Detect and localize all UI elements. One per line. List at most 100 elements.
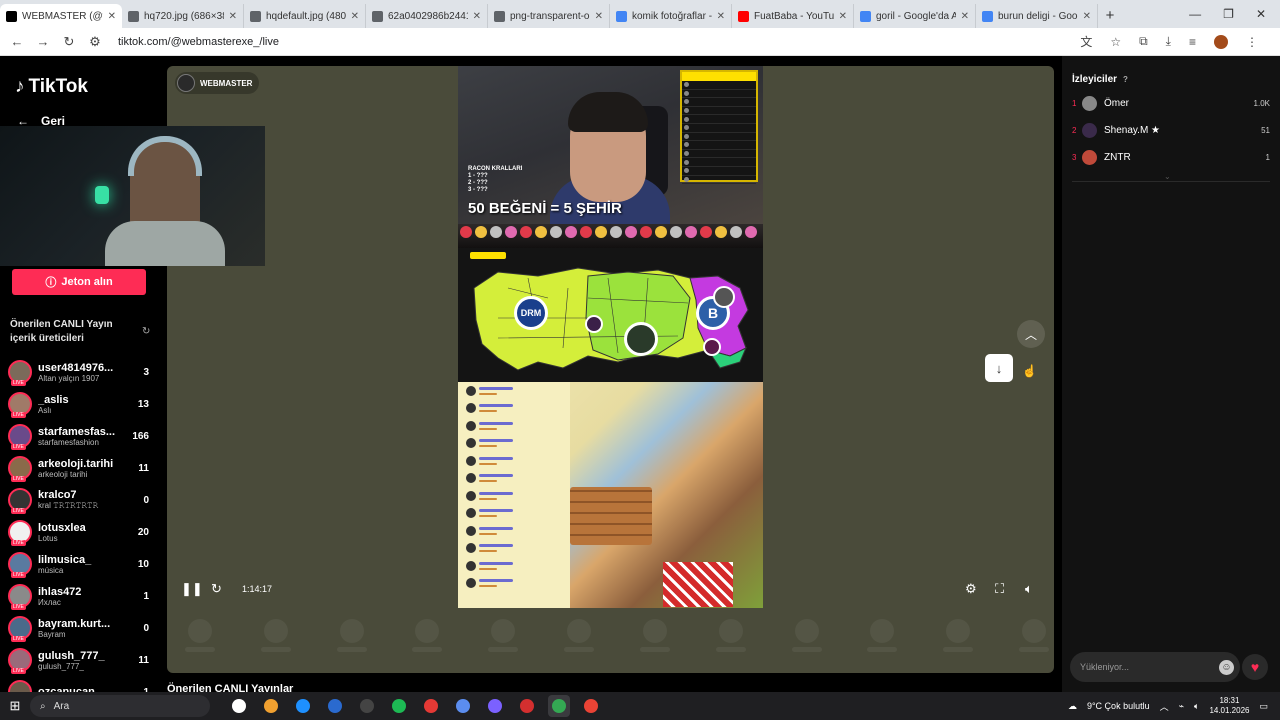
edge-icon[interactable] (292, 695, 314, 717)
emoji-icon[interactable]: ☺ (1219, 659, 1234, 675)
next-stream-button[interactable]: ↓ (985, 354, 1013, 382)
tab-close-icon[interactable]: ✕ (717, 11, 725, 22)
chat-avatar (466, 490, 476, 501)
close-window-icon[interactable]: ✕ (1256, 7, 1266, 21)
previous-stream-button[interactable]: ︿ (1017, 320, 1045, 348)
taskbar-search[interactable]: ⌕ Ara (30, 695, 210, 717)
github-icon[interactable] (356, 695, 378, 717)
chrome-profile-icon[interactable] (580, 695, 602, 717)
browser-tab[interactable]: burun deligi - Googl ✕ (976, 4, 1098, 28)
tab-favicon-icon (494, 10, 505, 22)
task-view-icon[interactable] (228, 695, 250, 717)
windows-taskbar: ⊞ ⌕ Ara ☁ 9°C Çok bulutlu ︿ ⌁ 🔈︎ 18:31 1… (0, 692, 1280, 720)
site-info-icon[interactable]: ⚙ (88, 34, 102, 50)
creator-list-item[interactable]: kralco7kral 𝚃𝚁𝚃𝚁𝚃𝚁𝚃𝚁 0 (8, 484, 153, 516)
chrome-icon[interactable] (548, 695, 570, 717)
help-icon[interactable]: ? (1123, 75, 1128, 84)
spotify-icon[interactable] (388, 695, 410, 717)
viewer-row[interactable]: 2 Shenay.M ★ 51 (1072, 117, 1270, 144)
viewer-row[interactable]: 3 ZNTR 1 (1072, 144, 1270, 171)
creator-list-item[interactable]: lotusxleaLotus 20 (8, 516, 153, 548)
tray-chevron-icon[interactable]: ︿ (1160, 700, 1169, 713)
bookmark-star-icon[interactable]: ☆ (1110, 35, 1121, 49)
browser-tab[interactable]: goril - Google'da Ara ✕ (854, 4, 976, 28)
browser-tab[interactable]: hq720.jpg (686×386) ✕ (122, 4, 244, 28)
url-field[interactable]: tiktok.com/@webmasterexe_/live (118, 36, 279, 48)
discord-icon[interactable] (484, 695, 506, 717)
collapse-chevron-icon[interactable]: ⌄ (1164, 172, 1171, 181)
app-icon[interactable] (516, 695, 538, 717)
creator-list-item[interactable]: user4814976...Altan yalçın 1907 3 (8, 356, 153, 388)
browser-tab[interactable]: 62a0402986b24419a ✕ (366, 4, 488, 28)
gift-icon (520, 226, 532, 238)
gift-icon (700, 226, 712, 238)
like-heart-button[interactable]: ♥ (1242, 654, 1268, 680)
scoreboard-avatar (684, 159, 689, 165)
maximize-icon[interactable]: ❐ (1223, 7, 1234, 21)
browser-tab[interactable]: png-transparent-ogg ✕ (488, 4, 610, 28)
translate-icon[interactable]: 文 (1080, 33, 1092, 50)
creator-list-item[interactable]: ihlas472Ихлас 1 (8, 580, 153, 612)
reading-list-icon[interactable]: ≡ (1189, 35, 1196, 49)
creator-avatar (8, 584, 32, 610)
browser-tab[interactable]: hqdefault.jpg (480×3 ✕ (244, 4, 366, 28)
browser-tab[interactable]: FuatBaba - YouTube ✕ (732, 4, 854, 28)
fullscreen-icon[interactable]: ⛶ (995, 581, 1004, 597)
creator-list-item[interactable]: bayram.kurt...Bayram 0 (8, 612, 153, 644)
pause-icon[interactable]: ❚❚ (181, 581, 203, 597)
reload-icon[interactable]: ↻ (62, 34, 76, 50)
tab-close-icon[interactable]: ✕ (961, 11, 969, 22)
browser-tab[interactable]: komik fotoğraflar - G ✕ (610, 4, 732, 28)
creator-list-item[interactable]: _aslisAslı 13 (8, 388, 153, 420)
live-video[interactable]: RACON KRALLARI 1 - ??? 2 - ??? 3 - ??? 5… (458, 66, 763, 608)
drm-team-marker: DRM (514, 296, 548, 330)
back-icon[interactable]: ← (10, 34, 24, 49)
viewers-panel: İzleyiciler ? 1 Ömer 1.0K 2 Shenay.M ★ 51 3 ZNT… (1062, 56, 1280, 692)
chat-avatar (466, 455, 476, 466)
team-marker (703, 338, 721, 356)
menu-icon[interactable]: ⋮ (1246, 35, 1258, 49)
volume-icon[interactable]: 🔈︎ (1025, 581, 1033, 597)
viewer-row[interactable]: 1 Ömer 1.0K (1072, 90, 1270, 117)
creator-list-item[interactable]: starfamesfas...starfamesfashion 166 (8, 420, 153, 452)
tab-close-icon[interactable]: ✕ (595, 11, 603, 22)
tab-close-icon[interactable]: ✕ (839, 11, 847, 22)
browser-tab[interactable]: WEBMASTER (@w ✕ (0, 4, 122, 28)
chat-input[interactable]: Yükleniyor... ☺ (1070, 652, 1240, 682)
tab-close-icon[interactable]: ✕ (1083, 11, 1091, 22)
weather-text[interactable]: 9°C Çok bulutlu (1087, 701, 1150, 711)
forward-icon[interactable]: → (36, 34, 50, 49)
new-tab-button[interactable]: + (1098, 4, 1122, 28)
download-icon[interactable]: ⤓ (1166, 34, 1171, 49)
minimize-icon[interactable]: — (1189, 7, 1201, 21)
tab-close-icon[interactable]: ✕ (229, 11, 237, 22)
clock[interactable]: 18:31 14.01.2026 (1209, 696, 1249, 716)
tab-close-icon[interactable]: ✕ (108, 11, 116, 22)
mail-icon[interactable] (324, 695, 346, 717)
tab-close-icon[interactable]: ✕ (473, 11, 481, 22)
get-coins-button[interactable]: ⓘ Jeton alın (12, 269, 146, 295)
app-icon[interactable] (452, 695, 474, 717)
gift-icon (475, 226, 487, 238)
speaker-icon[interactable]: 🔈︎ (1194, 701, 1199, 712)
creator-display-name: starfamesfashion (38, 437, 99, 447)
host-badge[interactable]: WEBMASTER (175, 72, 259, 94)
tiktok-logo[interactable]: ♪ TikTok (15, 76, 88, 98)
extensions-icon[interactable]: ⧉ (1139, 34, 1148, 49)
settings-icon[interactable]: ⚙ (965, 581, 977, 597)
reload-stream-icon[interactable]: ↻ (211, 581, 222, 597)
copilot-icon[interactable] (260, 695, 282, 717)
creator-list-item[interactable]: gulush_777_gulush_777_ 11 (8, 644, 153, 676)
refresh-icon[interactable]: ↻ (142, 326, 150, 337)
creator-list-item[interactable]: lilmusica_música 10 (8, 548, 153, 580)
network-icon[interactable]: ⌁ (1179, 701, 1184, 712)
windows-start-icon[interactable]: ⊞ (0, 698, 30, 714)
mini-player[interactable] (0, 126, 265, 266)
placeholder-bar (336, 647, 367, 652)
creator-list-item[interactable]: arkeoloji.tarihiarkeoloji tarihi 11 (8, 452, 153, 484)
app-icon[interactable] (420, 695, 442, 717)
chat-score-bar (479, 532, 497, 535)
notification-icon[interactable]: ▭ (1259, 701, 1268, 712)
tab-close-icon[interactable]: ✕ (351, 11, 359, 22)
profile-avatar[interactable] (1214, 34, 1228, 49)
